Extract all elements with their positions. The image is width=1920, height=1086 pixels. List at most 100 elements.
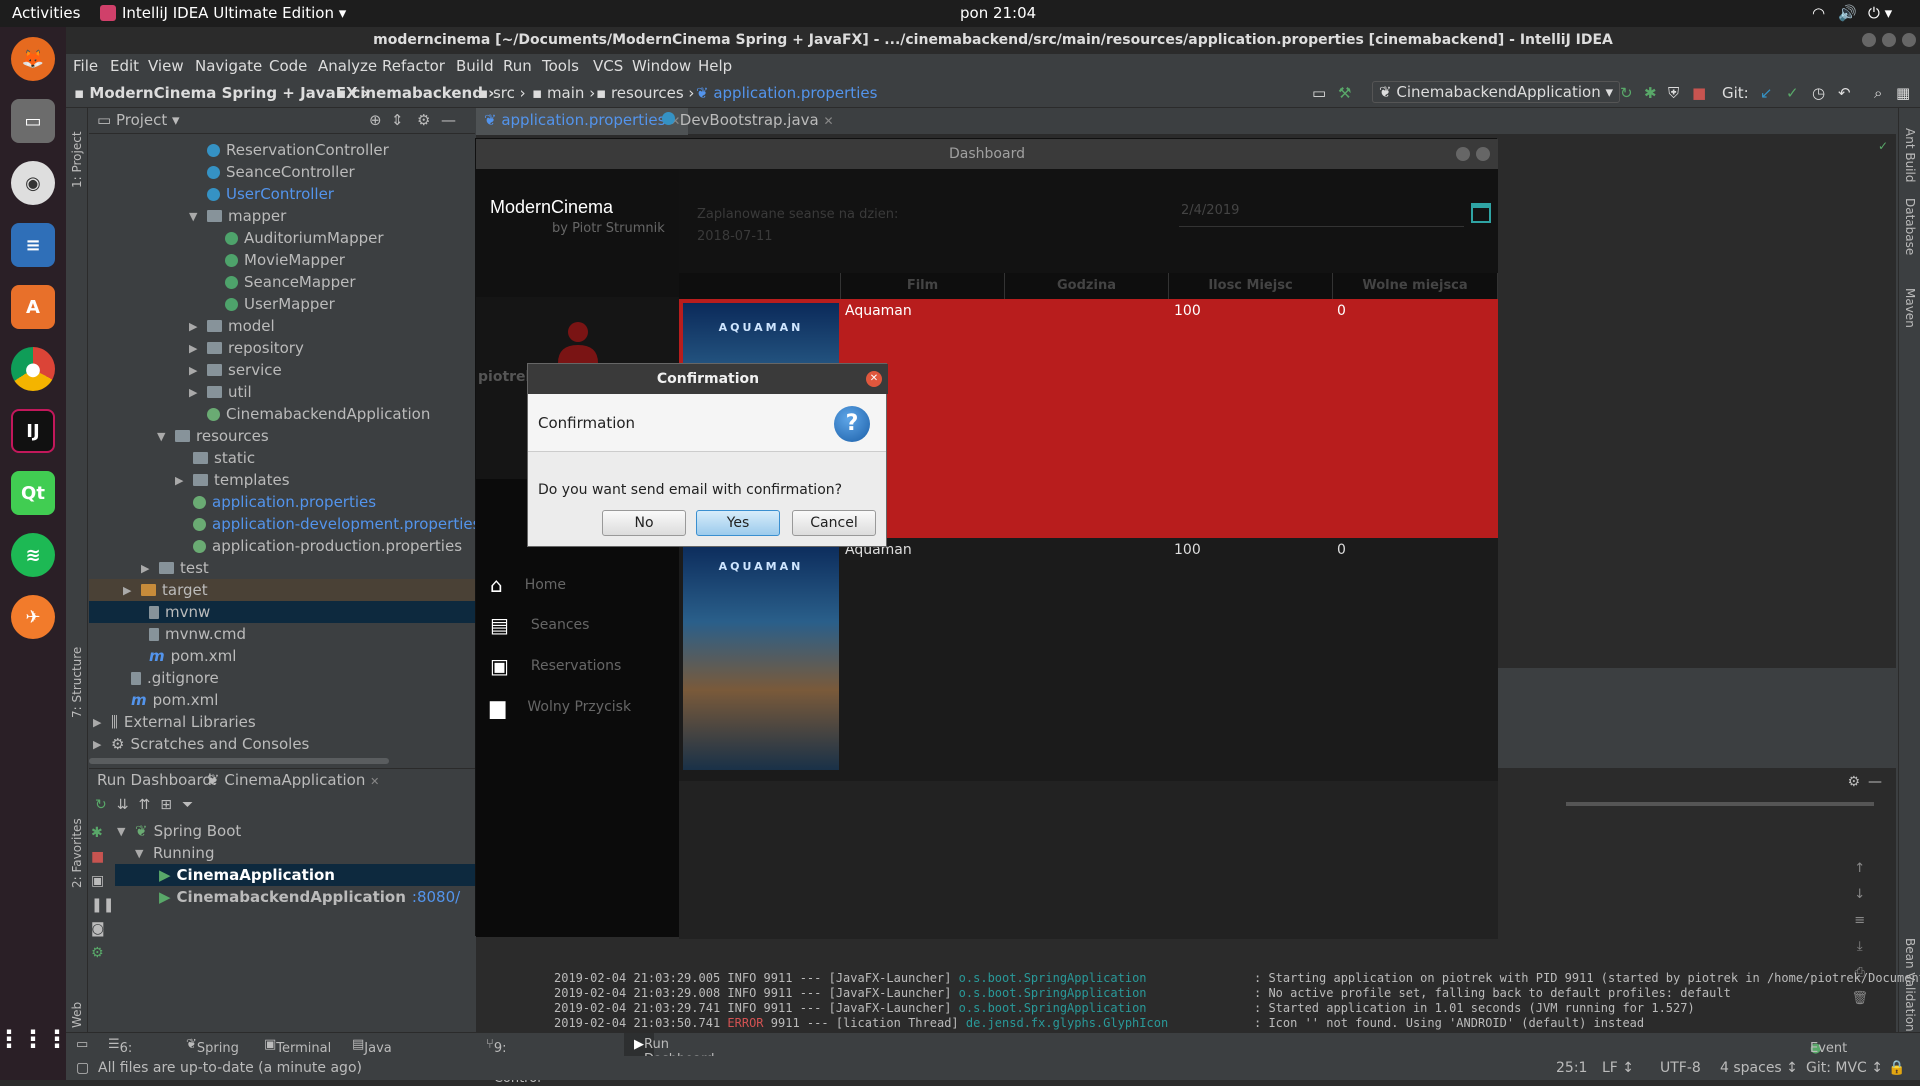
tree-item[interactable]: UserMapper — [225, 293, 335, 315]
tool-tab-java-enterprise[interactable]: ▤ Java Enterprise — [352, 1037, 431, 1071]
breadcrumb-project[interactable]: ▪ ModernCinema Spring + JavaFX › — [74, 84, 369, 102]
status-git-branch[interactable]: Git: MVC ↕ — [1806, 1060, 1883, 1076]
rerun-icon[interactable]: ↻ — [1620, 84, 1633, 102]
breadcrumb-module[interactable]: ▪ cinemabackend › — [336, 84, 494, 102]
hide-panel-icon[interactable]: — — [1868, 774, 1882, 790]
camera-icon[interactable]: ◙ — [91, 917, 107, 941]
tree-item[interactable]: ReservationController — [207, 139, 389, 161]
activities-button[interactable]: Activities — [12, 4, 80, 22]
column-header-film[interactable]: Film — [841, 273, 1005, 299]
tree-item[interactable]: SeanceController — [207, 161, 355, 183]
power-icon[interactable]: ⏻ ▾ — [1868, 4, 1892, 22]
tree-item[interactable]: MovieMapper — [225, 249, 345, 271]
qt-creator-icon[interactable]: Qt — [11, 471, 55, 515]
chrome-icon[interactable]: ● — [11, 347, 55, 391]
stripe-ant-build[interactable]: Ant Build — [1903, 128, 1917, 182]
menu-edit[interactable]: Edit — [110, 57, 139, 75]
settings-gear-icon[interactable]: ⚙ — [417, 111, 430, 129]
tree-item[interactable]: ▶ model — [189, 315, 275, 337]
tree-app-cinema[interactable]: ▶ CinemaApplication — [115, 864, 475, 886]
maximize-icon[interactable] — [1882, 33, 1896, 47]
menu-build[interactable]: Build — [456, 57, 494, 75]
tool-tab-run-dashboard[interactable]: ▶ Run Dashboard — [624, 1033, 715, 1067]
tab-close-icon[interactable]: ✕ — [824, 114, 834, 128]
collapsed-arrow-icon[interactable]: ▶ — [93, 716, 105, 729]
scroll-down-icon[interactable]: ↓ — [1851, 882, 1868, 908]
nav-reservations[interactable]: ▣ Reservations — [490, 652, 670, 680]
settings-gear-icon[interactable]: ⚙ — [1847, 774, 1860, 790]
tab-close-icon[interactable]: ✕ — [370, 775, 379, 788]
scroll-up-icon[interactable]: ↑ — [1851, 856, 1868, 882]
calendar-icon[interactable] — [1471, 203, 1491, 223]
tree-item[interactable]: CinemabackendApplication — [207, 403, 430, 425]
tree-item[interactable]: AuditoriumMapper — [225, 227, 384, 249]
clear-icon[interactable]: 🗑 — [1851, 986, 1868, 1012]
rhythmbox-icon[interactable]: ◉ — [11, 161, 55, 205]
files-icon[interactable]: ▭ — [11, 99, 55, 143]
expanded-arrow-icon[interactable]: ▼ — [135, 847, 147, 860]
locate-icon[interactable]: ⊕ — [369, 111, 382, 129]
menu-vcs[interactable]: VCS — [593, 57, 623, 75]
column-header-ilosc[interactable]: Ilosc Miejsc — [1169, 273, 1333, 299]
clock[interactable]: pon 21:04 — [960, 4, 1036, 22]
hide-panel-icon[interactable]: — — [441, 111, 456, 129]
project-view-select[interactable]: ▭ Project ▾ — [97, 111, 180, 129]
git-update-icon[interactable]: ↙ — [1760, 84, 1773, 102]
project-horizontal-scrollbar[interactable] — [89, 758, 389, 764]
close-icon[interactable] — [1902, 33, 1916, 47]
intellij-icon[interactable]: IJ — [11, 409, 55, 453]
layout-icon[interactable]: ▭ — [1312, 84, 1326, 102]
tool-tab-todo[interactable]: ☰ 6: TODO — [108, 1037, 158, 1071]
collapse-all-icon[interactable]: ⇕ — [391, 111, 404, 129]
tree-item[interactable]: SeanceMapper — [225, 271, 356, 293]
close-icon[interactable] — [1476, 147, 1490, 161]
coverage-icon[interactable]: ⛨ — [1668, 84, 1679, 102]
stripe-database[interactable]: Database — [1903, 198, 1917, 255]
tree-item[interactable]: ▶ ⫼ External Libraries — [93, 711, 256, 733]
menu-file[interactable]: File — [73, 57, 98, 75]
stripe-favorites[interactable]: 2: Favorites — [70, 818, 84, 888]
expanded-arrow-icon[interactable]: ▼ — [117, 825, 129, 838]
layout-icon[interactable]: ▣ — [91, 869, 107, 893]
git-commit-icon[interactable]: ✓ — [1786, 84, 1799, 102]
no-button[interactable]: No — [602, 510, 686, 536]
tree-item[interactable]: mvnw.cmd — [149, 623, 246, 645]
tree-item[interactable]: mvnw — [89, 601, 475, 623]
menu-run[interactable]: Run — [503, 57, 532, 75]
collapsed-arrow-icon[interactable]: ▶ — [189, 342, 201, 355]
writer-icon[interactable]: ≡ — [11, 223, 55, 267]
date-picker-input[interactable]: 2/4/2019 — [1179, 203, 1464, 227]
collapsed-arrow-icon[interactable]: ▶ — [189, 364, 201, 377]
nav-seances[interactable]: ▤ Seances — [490, 611, 670, 639]
nav-wolny-przycisk[interactable]: ▆ Wolny Przycisk — [490, 693, 670, 721]
run-dashboard-tab[interactable]: ❦ CinemaApplication ✕ — [207, 771, 379, 789]
tree-item[interactable]: UserController — [207, 183, 334, 205]
tree-item[interactable]: ▼ mapper — [189, 205, 286, 227]
stripe-project[interactable]: 1: Project — [70, 131, 84, 188]
expand-all-icon[interactable]: ⇊ — [117, 797, 139, 813]
volume-icon[interactable]: 🔊 — [1838, 4, 1857, 22]
column-header-wolne[interactable]: Wolne miejsca — [1333, 273, 1498, 299]
tree-item[interactable]: ▶ test — [141, 557, 209, 579]
status-square-icon[interactable]: ▢ — [76, 1060, 89, 1076]
collapsed-arrow-icon[interactable]: ▶ — [175, 474, 187, 487]
tool-tab-version-control[interactable]: ⑂ 9: Version Control — [486, 1037, 542, 1086]
collapsed-arrow-icon[interactable]: ▶ — [189, 386, 201, 399]
lock-icon[interactable]: 🔒 — [1888, 1060, 1905, 1076]
firefox-icon[interactable]: 🦊 — [11, 37, 55, 81]
soft-wrap-icon[interactable]: ≡ — [1851, 908, 1868, 934]
dialog-close-icon[interactable]: ✕ — [866, 371, 882, 387]
yes-button[interactable]: Yes — [696, 510, 780, 536]
tree-spring-boot[interactable]: ▼ ❦ Spring Boot — [117, 820, 241, 842]
scroll-to-end-icon[interactable]: ⤓ — [1851, 934, 1868, 960]
cancel-button[interactable]: Cancel — [792, 510, 876, 536]
inspection-ok-icon[interactable]: ✓ — [1878, 139, 1888, 153]
tree-item[interactable]: ▶ service — [189, 359, 282, 381]
filter-icon[interactable]: ⏷ — [182, 797, 203, 813]
tree-item[interactable]: ▶ templates — [175, 469, 290, 491]
status-line-separator[interactable]: LF ↕ — [1602, 1060, 1634, 1076]
tree-item[interactable]: .gitignore — [131, 667, 219, 689]
stop-icon[interactable]: ■ — [91, 845, 107, 869]
tree-item[interactable]: ▼ resources — [157, 425, 269, 447]
show-apps-icon[interactable]: ⋮⋮⋮ — [0, 1017, 69, 1061]
